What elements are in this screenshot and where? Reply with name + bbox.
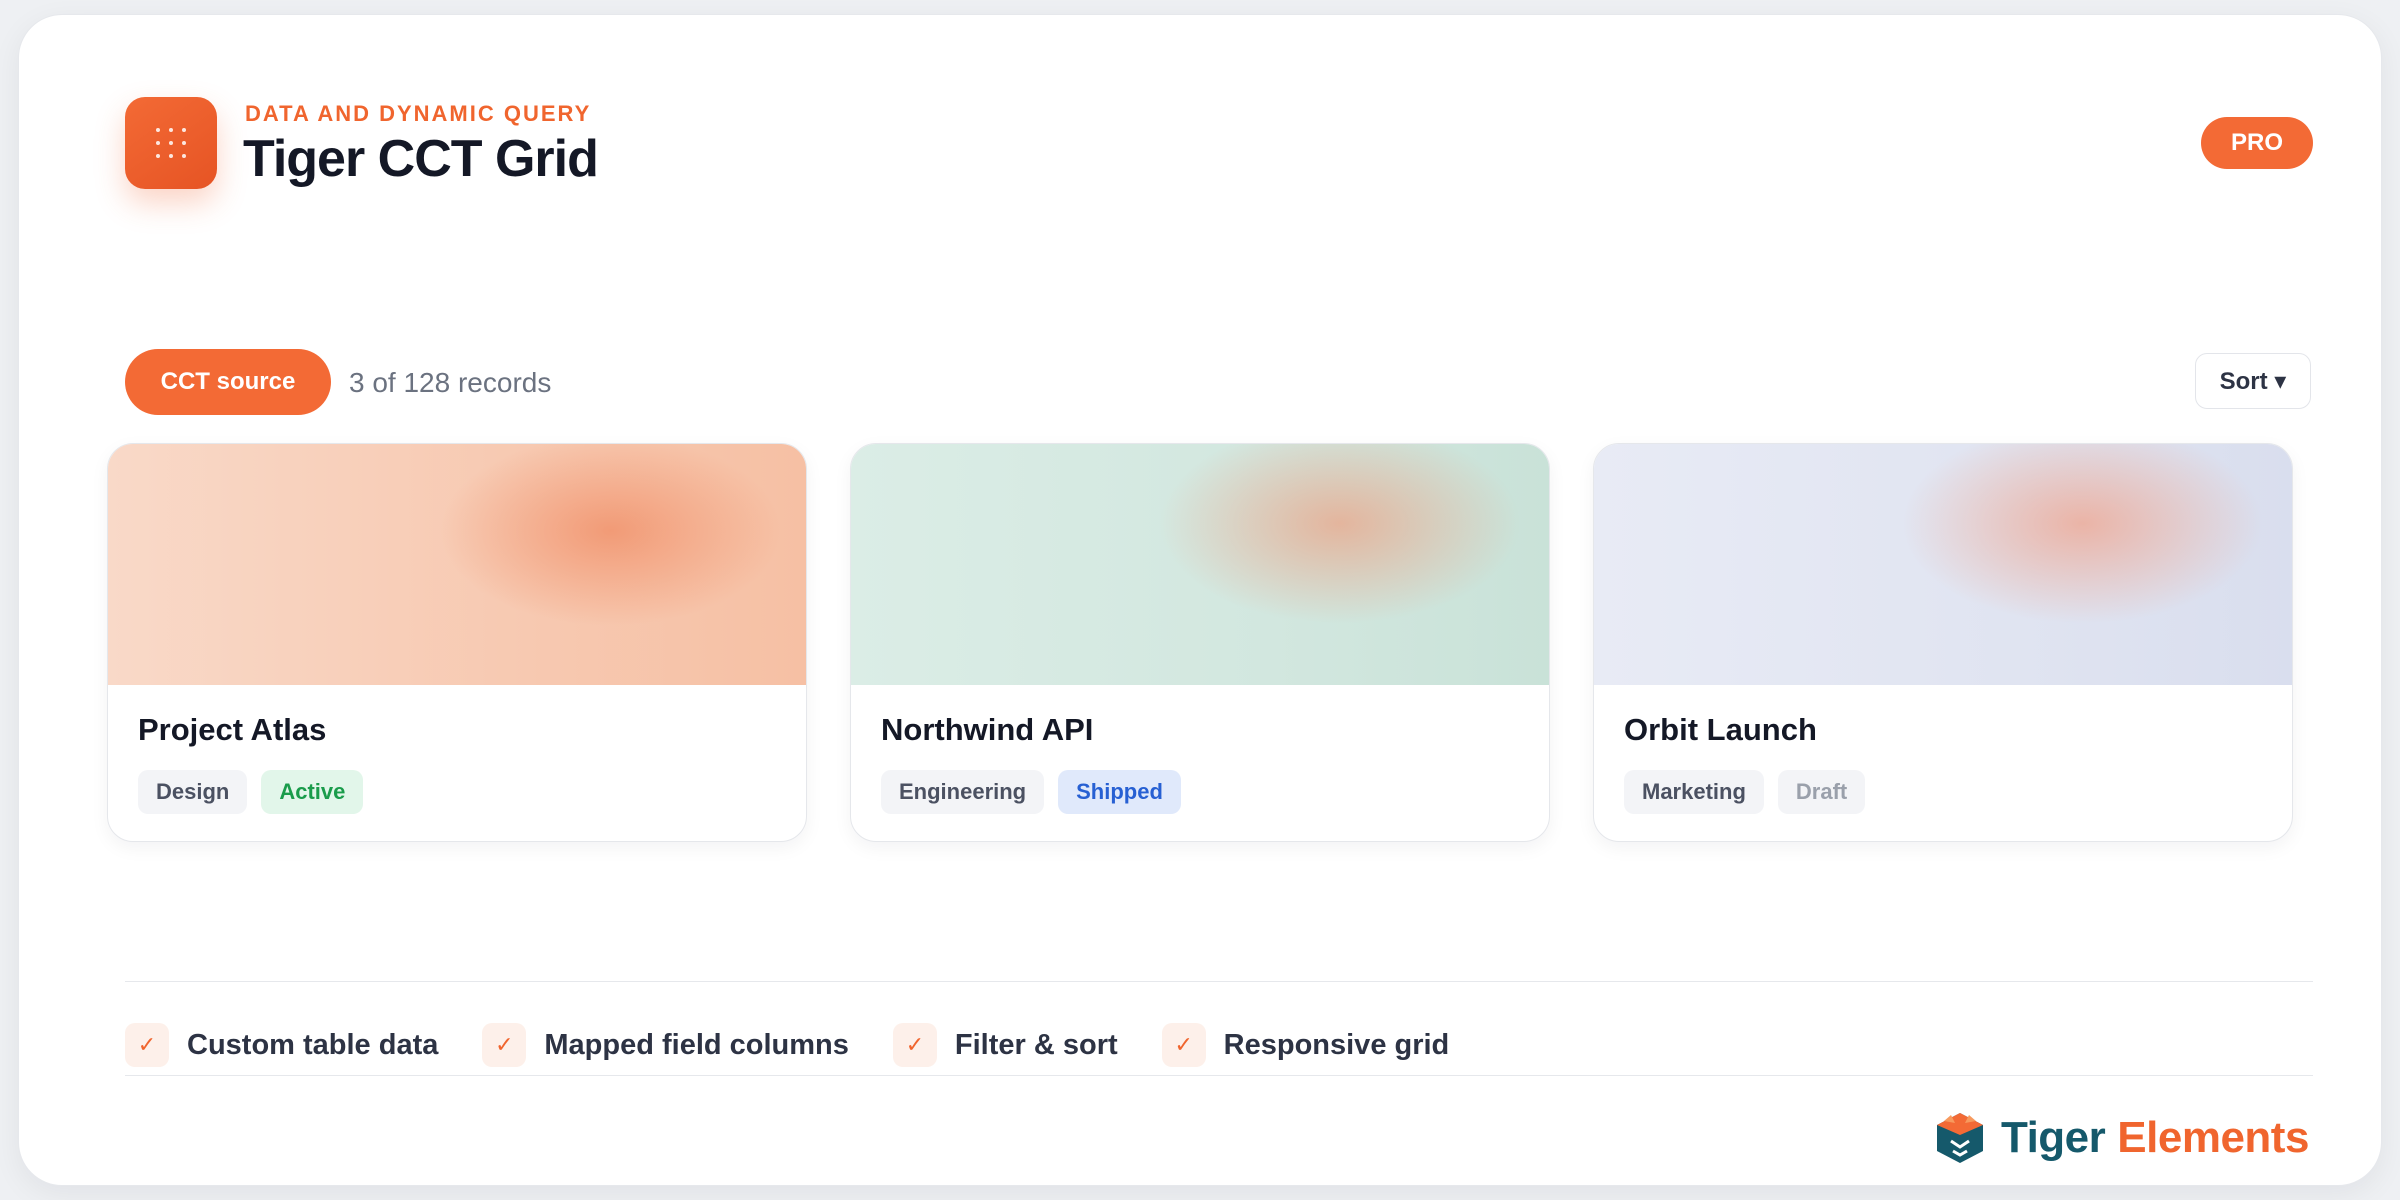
eyebrow-label: DATA AND DYNAMIC QUERY xyxy=(245,101,592,126)
divider xyxy=(125,981,2313,982)
card-thumbnail xyxy=(1594,444,2292,685)
record-card[interactable]: Project Atlas Design Active xyxy=(107,443,807,842)
tiger-logo-icon xyxy=(1937,1113,1983,1163)
feature-label: Filter & sort xyxy=(954,1028,1118,1061)
divider xyxy=(125,1075,2313,1076)
brand-name-part2: Elements xyxy=(2117,1113,2309,1162)
check-icon: ✓ xyxy=(1161,1023,1206,1067)
feature-item: ✓ Mapped field columns xyxy=(482,1023,849,1067)
status-badge: Shipped xyxy=(1058,770,1181,814)
card-title: Orbit Launch xyxy=(1624,712,1817,747)
feature-item: ✓ Responsive grid xyxy=(1161,1023,1450,1067)
card-thumbnail xyxy=(851,444,1549,685)
check-icon: ✓ xyxy=(482,1023,527,1067)
record-count: 3 of 128 records xyxy=(349,367,552,398)
status-badge: Active xyxy=(261,770,364,814)
category-tag: Engineering xyxy=(881,770,1045,814)
feature-label: Mapped field columns xyxy=(544,1028,849,1061)
category-tag: Marketing xyxy=(1624,770,1764,814)
record-card[interactable]: Orbit Launch Marketing Draft xyxy=(1593,443,2293,842)
sort-button[interactable]: Sort ▾ xyxy=(2195,353,2311,409)
grid-dots-icon xyxy=(125,97,217,189)
record-card[interactable]: Northwind API Engineering Shipped xyxy=(850,443,1550,842)
feature-label: Custom table data xyxy=(187,1028,439,1061)
brand-logo: Tiger Elements xyxy=(1931,1111,2309,1165)
brand-name-part1: Tiger xyxy=(2001,1113,2106,1162)
feature-item: ✓ Custom table data xyxy=(125,1023,438,1067)
status-badge: Draft xyxy=(1777,770,1866,814)
card-title: Project Atlas xyxy=(138,712,327,747)
pro-badge: PRO xyxy=(2201,117,2313,169)
card-title: Northwind API xyxy=(881,712,1094,747)
main-panel: DATA AND DYNAMIC QUERY Tiger CCT Grid PR… xyxy=(18,14,2382,1186)
cct-source-button[interactable]: CCT source xyxy=(125,349,331,415)
check-icon: ✓ xyxy=(892,1023,937,1067)
category-tag: Design xyxy=(138,770,248,814)
feature-item: ✓ Filter & sort xyxy=(892,1023,1118,1067)
page-title: Tiger CCT Grid xyxy=(243,130,599,188)
feature-label: Responsive grid xyxy=(1223,1028,1450,1061)
feature-list: ✓ Custom table data ✓ Mapped field colum… xyxy=(125,1023,1493,1067)
check-icon: ✓ xyxy=(125,1023,169,1067)
card-thumbnail xyxy=(108,444,806,685)
